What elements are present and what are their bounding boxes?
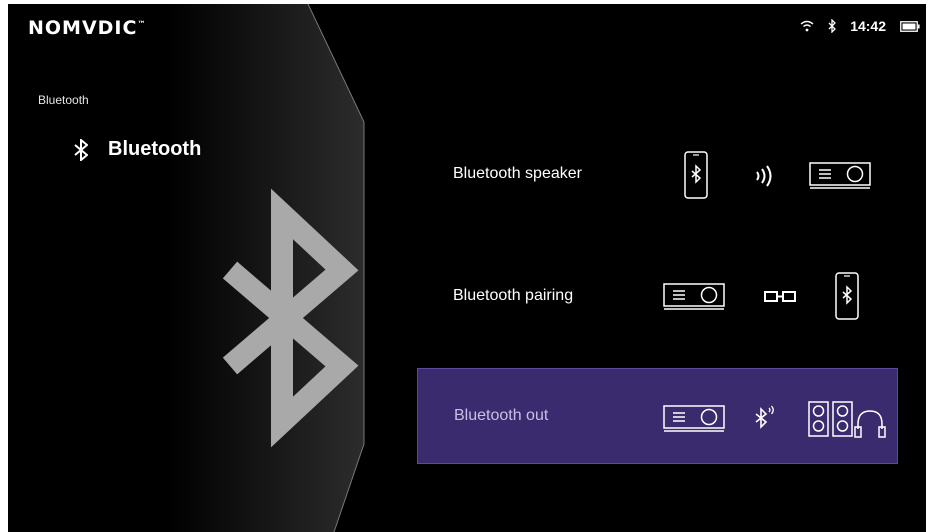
link-icon xyxy=(764,291,796,302)
menu-item-icons xyxy=(417,126,898,222)
wifi-icon xyxy=(800,20,814,32)
phone-bluetooth-icon xyxy=(835,272,859,320)
projector-icon xyxy=(663,405,725,432)
screen: NOMVDIC™ Bluetooth Bluetooth 14:42 Bluet… xyxy=(8,4,926,532)
brand-mark: ™ xyxy=(137,19,147,29)
panel-background xyxy=(8,4,365,532)
projector-icon xyxy=(663,283,725,310)
category-label: Bluetooth xyxy=(108,138,202,160)
left-panel: NOMVDIC™ Bluetooth Bluetooth xyxy=(8,4,374,532)
bluetooth-icon xyxy=(828,19,837,33)
projector-icon xyxy=(809,162,871,189)
menu-item-icons xyxy=(418,369,899,465)
bluetooth-signal-icon xyxy=(755,405,774,429)
menu-item-icons xyxy=(417,248,898,344)
status-bar: 14:42 xyxy=(800,18,920,34)
brand-name: NOMVDIC xyxy=(28,17,138,39)
phone-bluetooth-icon xyxy=(684,151,708,199)
category-bluetooth[interactable]: Bluetooth xyxy=(74,138,201,161)
brand-logo: NOMVDIC™ xyxy=(28,17,146,39)
clock: 14:42 xyxy=(850,18,886,34)
menu-item-bluetooth-speaker[interactable]: Bluetooth speaker xyxy=(417,126,898,222)
menu-item-bluetooth-pairing[interactable]: Bluetooth pairing xyxy=(417,248,898,344)
breadcrumb: Bluetooth xyxy=(38,93,89,107)
sound-waves-icon xyxy=(756,165,772,187)
bluetooth-icon xyxy=(74,138,88,161)
headphones-icon xyxy=(854,410,886,438)
battery-icon xyxy=(900,20,920,32)
speakers-icon xyxy=(808,401,853,437)
menu-item-bluetooth-out[interactable]: Bluetooth out xyxy=(417,368,898,464)
